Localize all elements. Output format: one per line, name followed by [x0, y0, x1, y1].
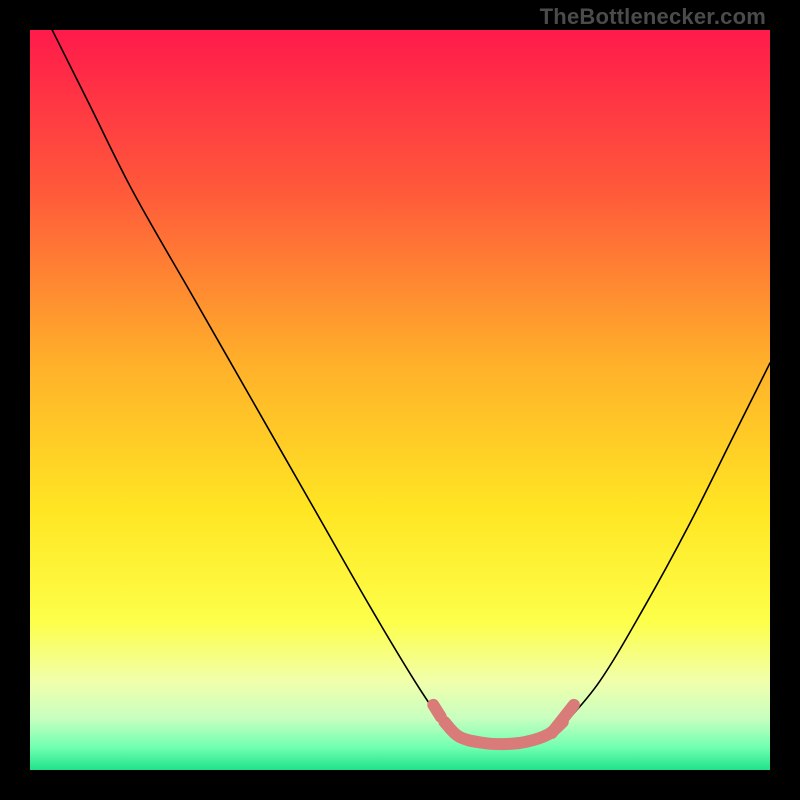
plot-area [30, 30, 770, 770]
series-left-dot [433, 705, 440, 717]
series-left-branch [52, 30, 444, 726]
series-right-branch [563, 363, 770, 726]
series-bottom-arc [444, 722, 562, 744]
curves-layer [30, 30, 770, 770]
watermark-text: TheBottlenecker.com [540, 4, 766, 30]
chart-frame: TheBottlenecker.com [0, 0, 800, 800]
